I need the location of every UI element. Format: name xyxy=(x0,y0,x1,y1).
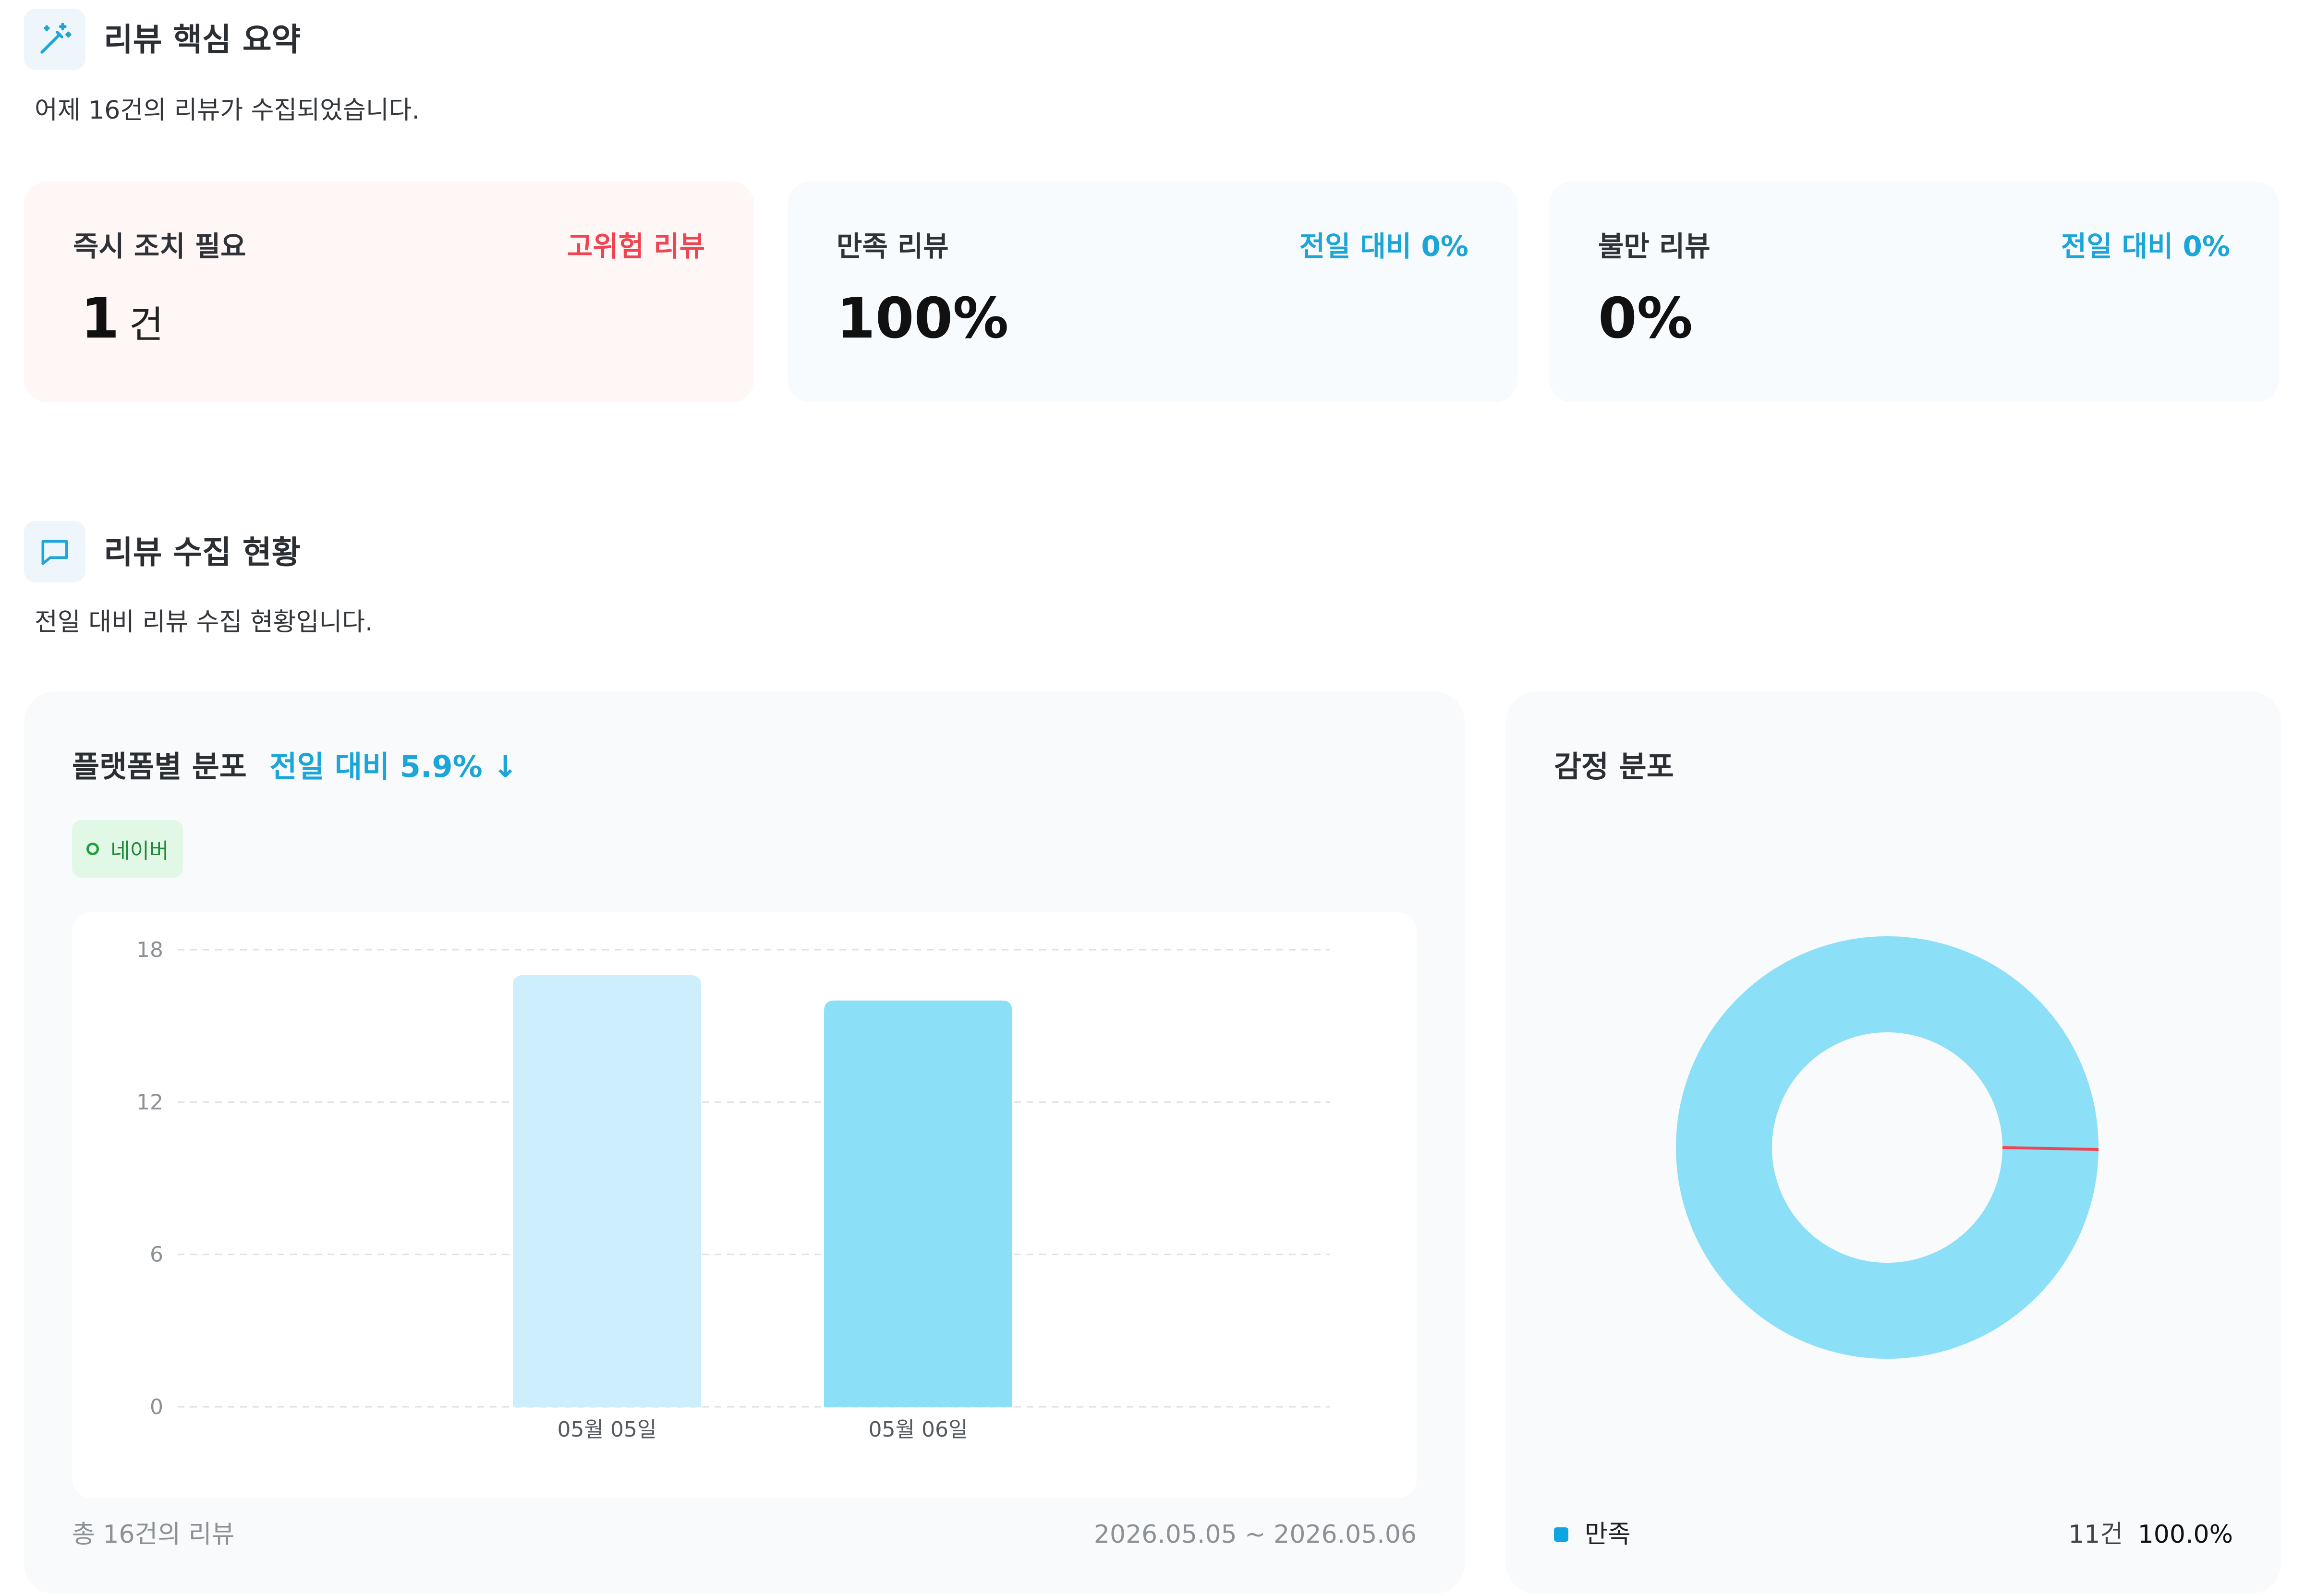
platform-title: 플랫폼별 분포 전일 대비 5.9% ↓ xyxy=(72,752,518,782)
total-reviews: 총 16건의 리뷰 xyxy=(72,1520,235,1549)
satisfied-change-tag: 전일 대비 0% xyxy=(1299,230,1468,263)
card-satisfied[interactable]: 만족 리뷰 전일 대비 0% 100% xyxy=(788,181,1517,402)
legend-percent: 100.0% xyxy=(2137,1520,2233,1549)
dissatisfied-change-tag: 전일 대비 0% xyxy=(2061,230,2230,263)
magic-wand-icon xyxy=(24,9,85,70)
platform-distribution-panel: 플랫폼별 분포 전일 대비 5.9% ↓ 네이버 0 6 12 18 05월 05일 05… xyxy=(24,691,1465,1594)
y-tick-label: 6 xyxy=(150,1243,163,1267)
donut-chart-svg xyxy=(1676,936,2099,1359)
y-tick-label: 0 xyxy=(150,1395,163,1419)
sentiment-distribution-panel: 감정 분포 만족 11건 100.0% xyxy=(1506,691,2281,1594)
bar-2 xyxy=(824,1000,1012,1407)
sentiment-title: 감정 분포 xyxy=(1554,749,1674,784)
urgent-count-value: 1 xyxy=(81,286,120,351)
legend-swatch xyxy=(1554,1527,1568,1542)
bar-1 xyxy=(513,975,701,1407)
legend-stats: 11건 100.0% xyxy=(2068,1522,2233,1547)
card-dissatisfied[interactable]: 불만 리뷰 전일 대비 0% 0% xyxy=(1549,181,2279,402)
collection-description: 전일 대비 리뷰 수집 현황입니다. xyxy=(35,608,373,637)
high-risk-tag: 고위험 리뷰 xyxy=(567,230,705,263)
donut-slice-satisfied xyxy=(1676,936,2099,1359)
date-range: 2026.05.05 ~ 2026.05.06 xyxy=(1093,1520,1417,1549)
legend-label: 만족 xyxy=(1585,1520,1631,1549)
dashboard-page: 리뷰 핵심 요약 어제 16건의 리뷰가 수집되었습니다. 즉시 조치 필요 고… xyxy=(0,0,2305,1596)
legend-count: 11건 xyxy=(2068,1520,2123,1549)
bar-chart: 0 6 12 18 05월 05일 05월 06일 xyxy=(72,912,1417,1498)
collection-title: 리뷰 수집 현황 xyxy=(104,534,301,571)
summary-title: 리뷰 핵심 요약 xyxy=(104,21,301,58)
card-label: 불만 리뷰 xyxy=(1598,230,1711,263)
summary-description: 어제 16건의 리뷰가 수집되었습니다. xyxy=(35,96,420,125)
platform-change: 전일 대비 5.9% ↓ xyxy=(269,749,518,784)
chip-dot-icon xyxy=(86,843,99,855)
satisfied-value: 100% xyxy=(837,286,1009,351)
y-tick-label: 12 xyxy=(136,1090,163,1114)
donut-marker-line xyxy=(2002,1146,2099,1151)
chip-label: 네이버 xyxy=(110,839,169,863)
card-label: 즉시 조치 필요 xyxy=(73,230,246,263)
card-urgent-action[interactable]: 즉시 조치 필요 고위험 리뷰 1건 xyxy=(24,181,754,402)
bar-chart-svg: 0 6 12 18 05월 05일 05월 06일 xyxy=(136,938,1330,1442)
urgent-count: 1건 xyxy=(81,291,163,347)
platform-chip-naver[interactable]: 네이버 xyxy=(72,820,183,878)
card-label: 만족 리뷰 xyxy=(837,230,949,263)
x-tick-label: 05월 05일 xyxy=(558,1417,657,1442)
legend-item-satisfied[interactable]: 만족 xyxy=(1554,1522,1631,1547)
y-tick-label: 18 xyxy=(136,938,163,962)
chat-bubble-icon xyxy=(24,521,85,582)
dissatisfied-value: 0% xyxy=(1598,286,1693,351)
platform-title-text: 플랫폼별 분포 xyxy=(72,749,247,784)
urgent-count-unit: 건 xyxy=(129,303,164,347)
x-tick-label: 05월 06일 xyxy=(869,1417,968,1442)
